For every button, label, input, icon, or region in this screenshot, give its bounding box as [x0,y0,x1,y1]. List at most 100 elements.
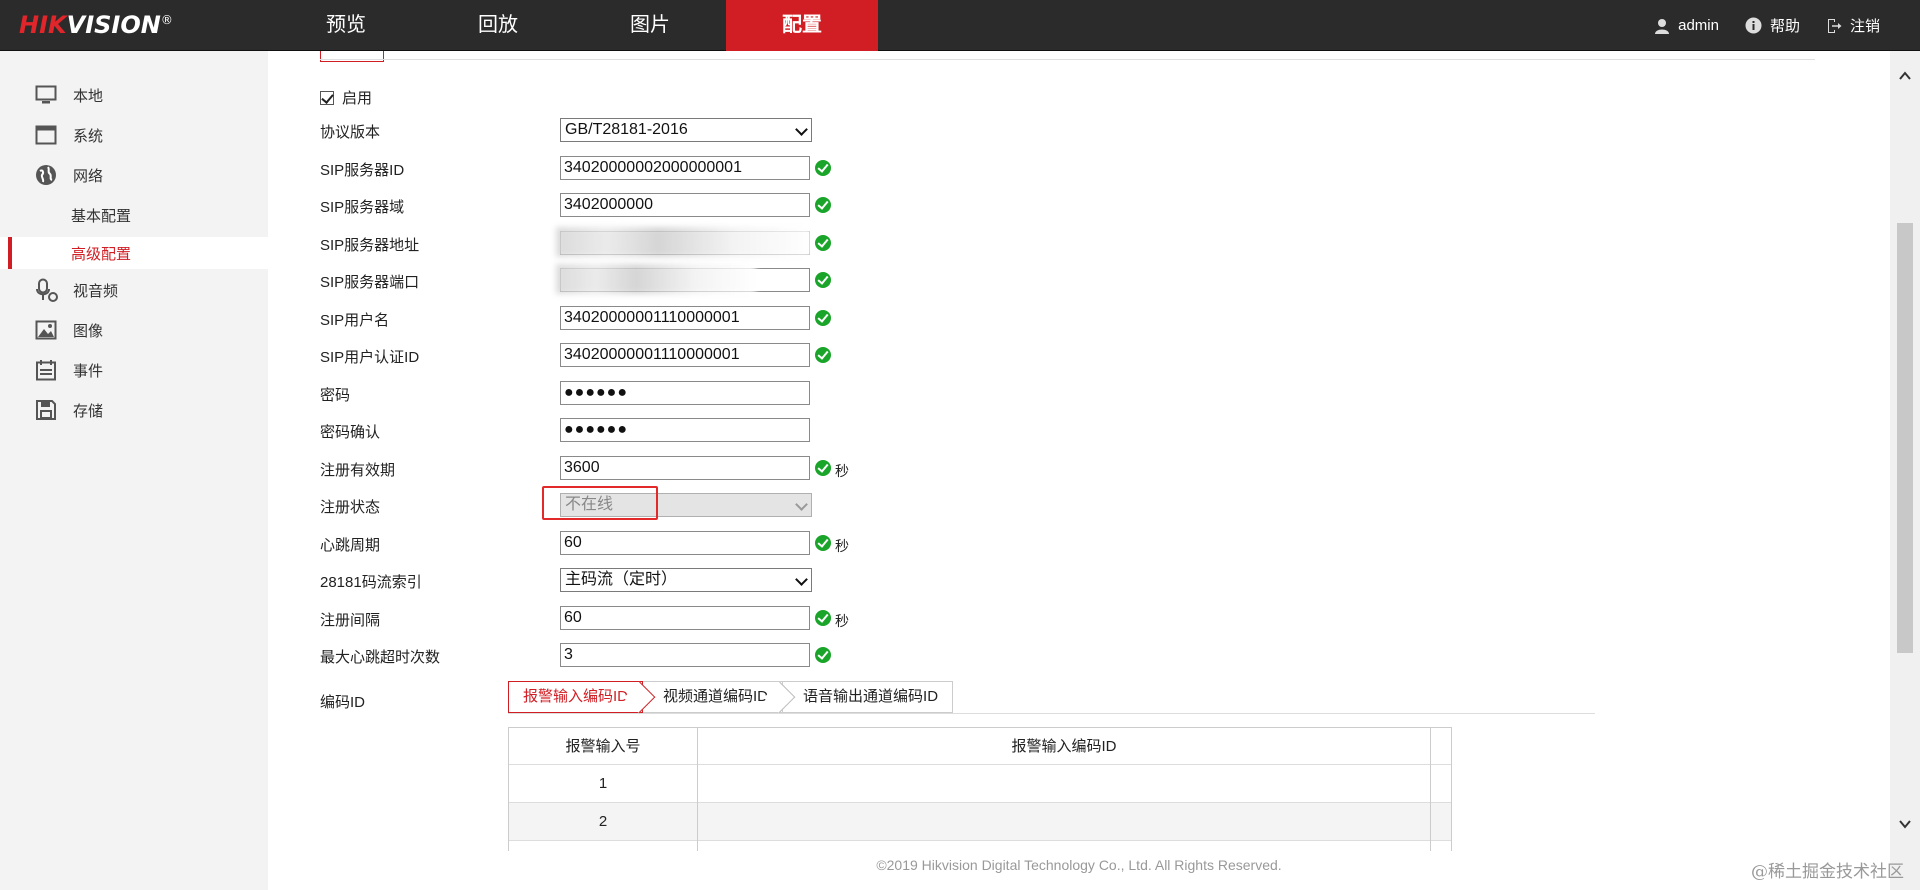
sidebar-item-network[interactable]: 网络 [0,156,268,194]
redaction-blur [556,227,812,257]
info-icon [1745,17,1762,34]
row-sip-server-port: SIP服务器端口 [320,264,1220,294]
copyright-footer: ©2019 Hikvision Digital Technology Co., … [876,857,1282,873]
window-icon [34,123,58,147]
table-header: 报警输入号 报警输入编码ID [508,727,1452,766]
logout-link[interactable]: 注销 [1826,15,1880,36]
enable-label: 启用 [342,90,373,107]
sidebar: 本地 系统 网络 基本配置 高级配置 视音频 图像 事件 存储 [0,51,268,890]
check-icon [815,160,831,176]
sidebar-sub-basic[interactable]: 基本配置 [0,199,268,231]
mic-icon [34,278,58,302]
row-protocol: 协议版本 GB/T28181-2016 [320,116,1220,144]
code-id-tabs: 报警输入编码ID 视频通道编码ID 语音输出通道编码ID [508,681,954,713]
sip-username-input[interactable]: 34020000001110000001 [560,306,810,330]
divider [320,59,1815,60]
row-password-confirm: 密码确认 ●●●●●● [320,416,1220,444]
row-reg-status: 注册状态 不在线 [320,486,1220,520]
row-sip-server-id: SIP服务器ID 34020000002000000001 [320,154,1220,182]
active-tab-stub [320,51,384,62]
nav-configuration[interactable]: 配置 [726,0,878,51]
check-icon [815,310,831,326]
sidebar-item-local[interactable]: 本地 [0,76,268,114]
registration-interval-input[interactable]: 60 [560,606,810,630]
enable-row: 启用 [320,87,372,108]
user-icon [1654,18,1670,34]
sidebar-item-system[interactable]: 系统 [0,116,268,154]
sip-server-id-input[interactable]: 34020000002000000001 [560,156,810,180]
user-menu[interactable]: admin [1654,17,1719,34]
alarm-input-table: 报警输入号 报警输入编码ID 1 2 [508,727,1452,851]
floppy-icon [34,398,58,422]
row-sip-auth-id: SIP用户认证ID 34020000001110000001 [320,341,1220,369]
corner-watermark: @稀土掘金技术社区 [1751,862,1904,882]
config-panel: 启用 协议版本 GB/T28181-2016 SIP服务器ID 34020000… [268,51,1890,890]
sidebar-item-storage[interactable]: 存储 [0,391,268,429]
password-confirm-input[interactable]: ●●●●●● [560,418,810,442]
row-sip-user: SIP用户名 34020000001110000001 [320,304,1220,332]
row-max-heartbeat-timeout: 最大心跳超时次数 3 [320,641,1220,669]
logout-icon [1826,18,1842,34]
registration-validity-input[interactable]: 3600 [560,456,810,480]
image-icon [34,318,58,342]
tabs-divider [508,713,1595,714]
code-id-label: 编码ID [320,694,366,711]
highlight-box [542,486,658,520]
chevron-down-icon [795,498,808,511]
hikvision-logo: HIKVISION® [19,11,173,39]
nav-preview[interactable]: 预览 [270,0,422,51]
check-icon [815,347,831,363]
sidebar-item-image[interactable]: 图像 [0,311,268,349]
main-nav: 预览 回放 图片 配置 [270,0,878,51]
enable-checkbox[interactable] [320,90,334,105]
scrollbar-thumb[interactable] [1897,223,1913,653]
check-icon [815,535,831,551]
row-heartbeat: 心跳周期 60 秒 [320,529,1220,557]
nav-playback[interactable]: 回放 [422,0,574,51]
tab-video-channel-code[interactable]: 视频通道编码ID [643,681,784,713]
redaction-blur [556,264,756,294]
tab-alarm-input-code[interactable]: 报警输入编码ID [508,681,644,713]
heartbeat-period-input[interactable]: 60 [560,531,810,555]
top-right-menu: admin 帮助 注销 [1654,0,1880,51]
row-stream-index: 28181码流索引 主码流（定时） [320,566,1220,594]
max-heartbeat-timeout-input[interactable]: 3 [560,643,810,667]
stream-index-select[interactable]: 主码流（定时） [560,568,812,592]
check-icon [815,647,831,663]
check-icon [815,272,831,288]
monitor-icon [34,83,58,107]
password-input[interactable]: ●●●●●● [560,381,810,405]
sidebar-item-audio-video[interactable]: 视音频 [0,271,268,309]
check-icon [815,197,831,213]
logout-label: 注销 [1849,18,1880,35]
nav-picture[interactable]: 图片 [574,0,726,51]
chevron-down-icon [795,123,808,136]
chevron-up-icon[interactable] [1898,69,1912,83]
chevron-down-icon [795,573,808,586]
help-link[interactable]: 帮助 [1745,15,1800,36]
globe-icon [34,163,58,187]
row-sip-server-domain: SIP服务器域 3402000000 [320,191,1220,219]
sip-server-domain-input[interactable]: 3402000000 [560,193,810,217]
check-icon [815,460,831,476]
table-row[interactable]: 1 [508,765,1452,803]
row-reg-validity: 注册有效期 3600 秒 [320,454,1220,482]
protocol-select[interactable]: GB/T28181-2016 [560,118,812,142]
table-row-partial [508,841,1452,851]
top-bar: HIKVISION® 预览 回放 图片 配置 admin 帮助 注销 [0,0,1920,51]
tab-audio-output-code[interactable]: 语音输出通道编码ID [783,681,954,713]
table-row[interactable]: 2 [508,803,1452,841]
help-label: 帮助 [1769,18,1800,35]
sip-auth-id-input[interactable]: 34020000001110000001 [560,343,810,367]
check-icon [815,235,831,251]
calendar-icon [34,358,58,382]
sidebar-item-event[interactable]: 事件 [0,351,268,389]
row-password: 密码 ●●●●●● [320,379,1220,407]
vertical-scrollbar[interactable] [1890,51,1920,890]
row-sip-server-addr: SIP服务器地址 [320,227,1220,257]
check-icon [815,610,831,626]
chevron-down-icon[interactable] [1898,817,1912,831]
sidebar-sub-advanced[interactable]: 高级配置 [0,237,268,269]
user-name: admin [1678,17,1719,34]
row-reg-interval: 注册间隔 60 秒 [320,604,1220,632]
